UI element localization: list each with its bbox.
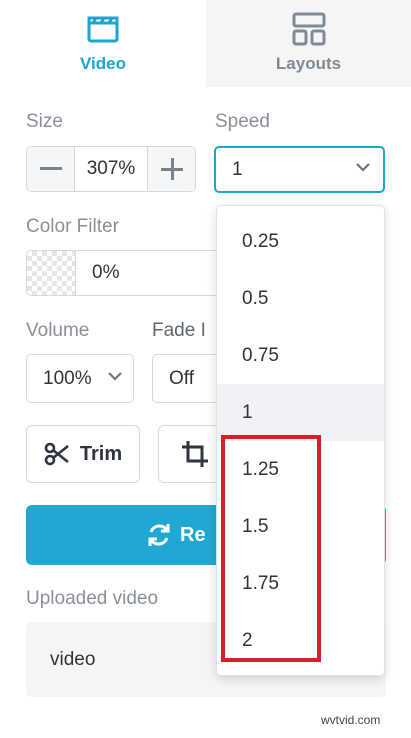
uploaded-video-value: video — [50, 648, 96, 670]
volume-value: 100% — [43, 367, 92, 389]
volume-label: Volume — [26, 320, 90, 341]
clapperboard-icon — [87, 12, 119, 46]
tab-layouts-label: Layouts — [275, 54, 342, 73]
speed-option[interactable]: 0.75 — [217, 327, 384, 384]
fade-value: Off — [169, 367, 194, 389]
speed-option-selected[interactable]: 1 — [217, 384, 384, 441]
size-stepper: 307% — [26, 146, 196, 192]
size-label: Size — [26, 111, 63, 132]
speed-option[interactable]: 0.25 — [217, 213, 384, 270]
volume-select[interactable]: 100% — [26, 354, 134, 403]
tab-video-label: Video — [80, 54, 126, 73]
tab-layouts[interactable]: Layouts — [206, 0, 411, 87]
speed-select[interactable]: 1 — [214, 146, 385, 193]
uploaded-video-label: Uploaded video — [26, 588, 159, 609]
color-filter-value: 0% — [92, 262, 120, 283]
trim-button[interactable]: Trim — [26, 425, 140, 483]
size-value[interactable]: 307% — [75, 147, 147, 191]
refresh-icon — [148, 524, 170, 546]
plus-icon — [160, 158, 183, 180]
transparency-swatch[interactable] — [27, 251, 76, 295]
speed-select-value: 1 — [232, 158, 243, 180]
minus-icon — [39, 167, 62, 170]
crop-icon — [182, 441, 208, 467]
size-decrease-button[interactable] — [27, 147, 75, 191]
scissors-icon — [44, 442, 69, 466]
chevron-down-icon — [108, 372, 122, 381]
size-increase-button[interactable] — [147, 147, 195, 191]
fade-label: Fade I — [152, 320, 206, 341]
layouts-icon — [292, 12, 326, 46]
color-filter-label: Color Filter — [26, 216, 119, 237]
tab-video[interactable]: Video — [0, 0, 206, 87]
replace-label: Re — [180, 523, 206, 546]
annotation-highlight-box — [221, 435, 321, 662]
watermark: wvtvid.com — [321, 713, 381, 727]
color-filter-field[interactable]: 0% — [26, 250, 246, 296]
trim-label: Trim — [79, 442, 123, 465]
speed-option[interactable]: 0.5 — [217, 270, 384, 327]
chevron-down-icon — [356, 163, 370, 172]
speed-label: Speed — [215, 111, 270, 132]
